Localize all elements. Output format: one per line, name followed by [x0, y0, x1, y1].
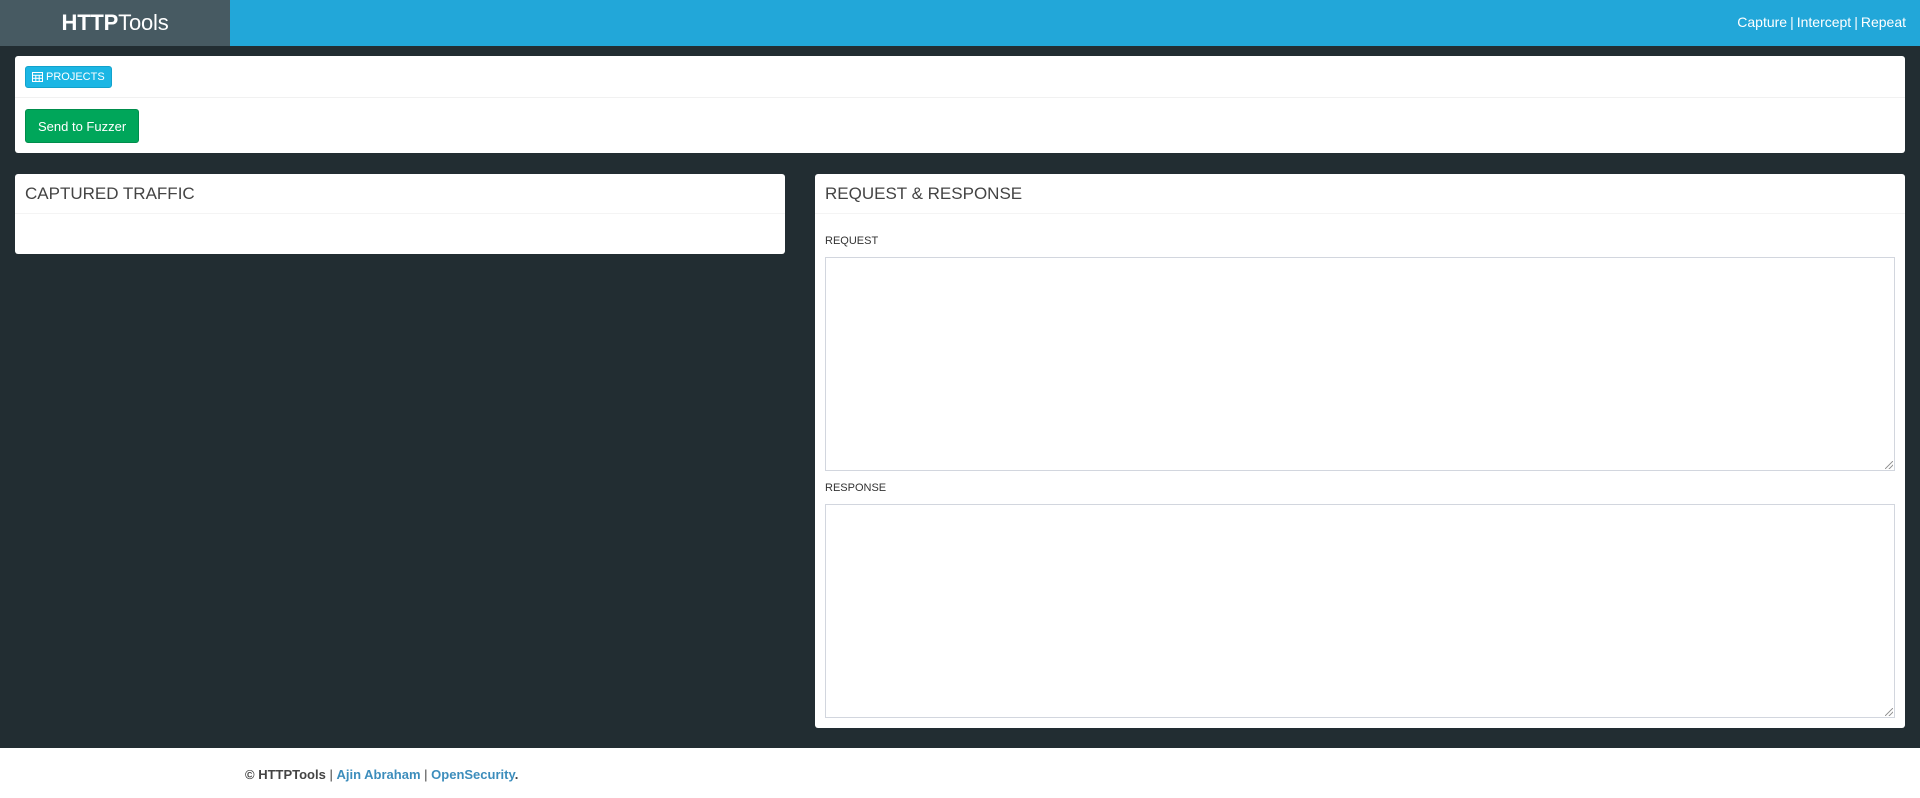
nav-capture-link[interactable]: Capture: [1737, 14, 1787, 30]
logo-bold: HTTP: [61, 10, 119, 35]
captured-traffic-title: CAPTURED TRAFFIC: [15, 174, 785, 214]
projects-button[interactable]: PROJECTS: [25, 66, 112, 88]
request-response-title: REQUEST & RESPONSE: [815, 174, 1905, 214]
top-header: HTTP Tools Capture | Intercept | Repeat: [0, 0, 1920, 46]
footer-separator: |: [424, 767, 428, 782]
app-logo[interactable]: HTTP Tools: [0, 0, 230, 46]
request-label: REQUEST: [825, 235, 879, 247]
footer-org-link[interactable]: OpenSecurity: [431, 767, 515, 782]
nav-repeat-link[interactable]: Repeat: [1861, 14, 1906, 30]
request-textarea[interactable]: [825, 257, 1895, 471]
footer-copyright: © HTTPTools: [245, 767, 326, 782]
footer-period: .: [514, 767, 519, 782]
page-footer: © HTTPTools | Ajin Abraham | OpenSecurit…: [230, 748, 1920, 798]
projects-label: PROJECTS: [46, 71, 105, 83]
table-icon: [32, 72, 43, 82]
nav-separator: |: [1790, 13, 1794, 30]
toolbar-box: PROJECTS Send to Fuzzer: [15, 56, 1905, 153]
resize-grip-icon[interactable]: [1885, 708, 1893, 716]
resize-grip-icon[interactable]: [1885, 461, 1893, 469]
captured-traffic-panel: CAPTURED TRAFFIC: [15, 174, 785, 254]
toolbar-top-row: PROJECTS: [15, 56, 1905, 98]
footer-left-area: [0, 748, 230, 798]
send-to-fuzzer-button[interactable]: Send to Fuzzer: [25, 109, 140, 143]
footer-author-link[interactable]: Ajin Abraham: [336, 767, 420, 782]
top-nav: Capture | Intercept | Repeat: [1737, 0, 1906, 43]
response-textarea[interactable]: [825, 504, 1895, 718]
response-label: RESPONSE: [825, 482, 887, 494]
nav-intercept-link[interactable]: Intercept: [1797, 14, 1851, 30]
logo-light: Tools: [118, 10, 169, 35]
footer-separator: |: [329, 767, 333, 782]
nav-separator: |: [1854, 13, 1858, 30]
request-response-panel: REQUEST & RESPONSE REQUEST RESPONSE: [815, 174, 1905, 728]
